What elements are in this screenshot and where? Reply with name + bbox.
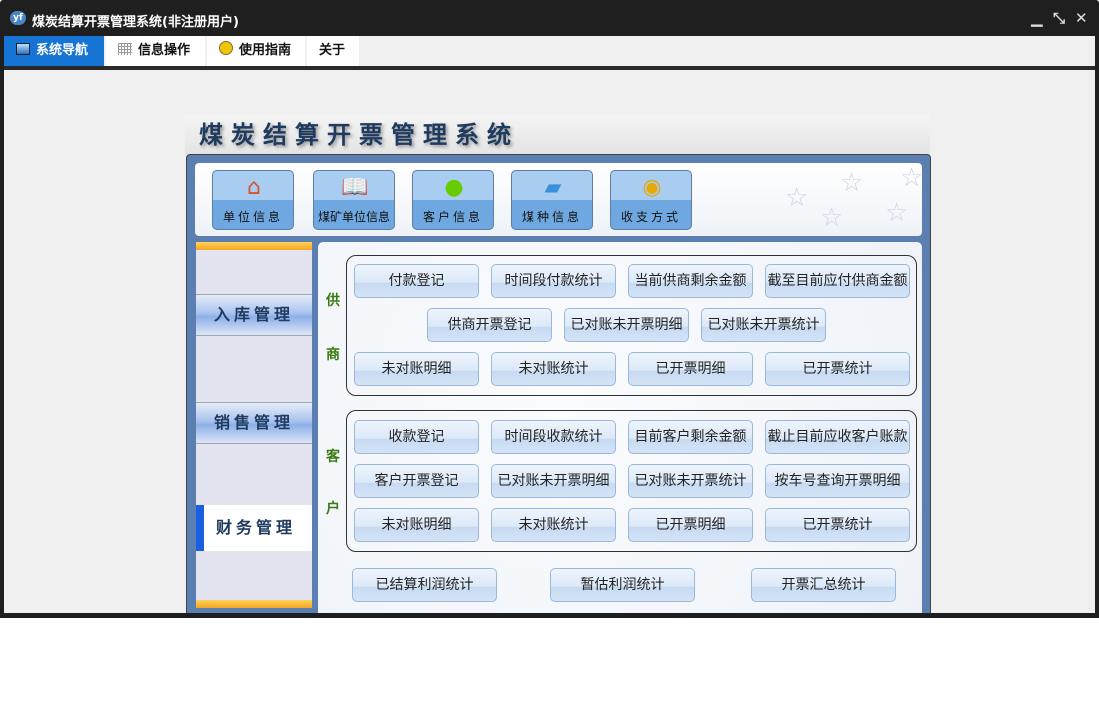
tab-user-guide[interactable]: 使用指南: [207, 36, 305, 66]
toolbar-mine-unit-button[interactable]: 📖 煤矿单位信息: [313, 170, 395, 230]
tab-about[interactable]: 关于: [307, 36, 359, 66]
sidebar-item-inbound[interactable]: 入库管理: [196, 294, 312, 336]
book-icon: 📖: [341, 175, 369, 200]
invoice-summary-stats-button[interactable]: 开票汇总统计: [751, 568, 896, 602]
unreconciled-detail-button[interactable]: 未对账明细: [354, 508, 479, 542]
unreconciled-stats-button[interactable]: 未对账统计: [491, 352, 616, 386]
unreconciled-stats-button[interactable]: 未对账统计: [491, 508, 616, 542]
supplier-payable-button[interactable]: 截至目前应付供商金额: [765, 264, 910, 298]
toolbar-label: 单位信息: [222, 210, 283, 224]
reconciled-uninvoiced-detail-button[interactable]: 已对账未开票明细: [564, 308, 689, 342]
monitor-icon: [16, 43, 30, 55]
unreconciled-detail-button[interactable]: 未对账明细: [354, 352, 479, 386]
tab-info-ops[interactable]: 信息操作: [106, 36, 205, 66]
reconciled-uninvoiced-stats-button[interactable]: 已对账未开票统计: [701, 308, 826, 342]
app-logo-icon: yf: [10, 11, 26, 25]
minimize-icon[interactable]: ▁: [1031, 9, 1043, 27]
customer-invoice-register-button[interactable]: 客户开票登记: [354, 464, 479, 498]
house-icon: ⌂: [247, 175, 261, 200]
customer-receivable-button[interactable]: 截止目前应收客户账款: [765, 420, 910, 454]
invoiced-detail-button[interactable]: 已开票明细: [628, 508, 753, 542]
sidebar-item-finance[interactable]: 财务管理: [196, 505, 312, 551]
receipt-register-button[interactable]: 收款登记: [354, 420, 479, 454]
close-icon[interactable]: ✕: [1075, 9, 1088, 27]
nav-bottom-bar: [196, 600, 312, 608]
folder-icon: ▰: [544, 175, 562, 200]
toolbar-payment-method-button[interactable]: ◉ 收支方式: [610, 170, 692, 230]
invoiced-stats-button[interactable]: 已开票统计: [765, 352, 910, 386]
title-bar: yf 煤炭结算开票管理系统(非注册用户) ▁ ⤡ ✕: [0, 0, 1099, 36]
supplier-label: 商: [326, 347, 340, 363]
customer-label: 客: [326, 449, 340, 465]
invoiced-stats-button[interactable]: 已开票统计: [765, 508, 910, 542]
window-title: 煤炭结算开票管理系统(非注册用户): [32, 15, 239, 30]
period-payment-stats-button[interactable]: 时间段付款统计: [491, 264, 616, 298]
tab-label: 使用指南: [239, 43, 292, 58]
customer-balance-button[interactable]: 目前客户剩余金额: [628, 420, 753, 454]
tab-label: 关于: [319, 43, 346, 58]
customer-label: 户: [326, 501, 340, 517]
invoiced-detail-button[interactable]: 已开票明细: [628, 352, 753, 386]
coins-icon: ◉: [642, 175, 662, 200]
supplier-label: 供: [326, 293, 340, 309]
grid-icon: [118, 43, 132, 55]
supplier-balance-button[interactable]: 当前供商剩余金额: [628, 264, 753, 298]
tab-label: 系统导航: [36, 43, 89, 58]
reconciled-uninvoiced-detail-button[interactable]: 已对账未开票明细: [491, 464, 616, 498]
toolbar-customer-info-button[interactable]: ● 客户信息: [412, 170, 494, 230]
supplier-invoice-register-button[interactable]: 供商开票登记: [427, 308, 552, 342]
user-icon: ●: [444, 175, 464, 200]
toolbar-label: 煤矿单位信息: [317, 210, 390, 224]
estimated-profit-stats-button[interactable]: 暂估利润统计: [550, 568, 695, 602]
page-title: 煤炭结算开票管理系统: [185, 115, 930, 155]
window-frame-bottom: [0, 613, 1099, 618]
tab-system-nav[interactable]: 系统导航: [4, 36, 104, 66]
sidebar-item-sales[interactable]: 销售管理: [196, 402, 312, 444]
toolbar-unit-info-button[interactable]: ⌂ 单位信息: [212, 170, 294, 230]
help-icon: [219, 41, 233, 55]
period-receipt-stats-button[interactable]: 时间段收款统计: [491, 420, 616, 454]
nav-top-bar: [196, 242, 312, 250]
toolbar-label: 煤种信息: [521, 210, 582, 224]
menu-bar: 系统导航 信息操作 使用指南 关于: [4, 36, 1095, 66]
reconciled-uninvoiced-stats-button[interactable]: 已对账未开票统计: [628, 464, 753, 498]
toolbar-label: 客户信息: [422, 210, 483, 224]
settled-profit-stats-button[interactable]: 已结算利润统计: [352, 568, 497, 602]
tab-label: 信息操作: [138, 43, 191, 58]
toolbar-label: 收支方式: [620, 210, 681, 224]
sidebar-nav: 入库管理 销售管理 财务管理: [196, 242, 312, 608]
toolbar-coal-type-button[interactable]: ▰ 煤种信息: [511, 170, 593, 230]
plate-invoice-query-button[interactable]: 按车号查询开票明细: [765, 464, 910, 498]
restore-icon[interactable]: ⤡: [1053, 9, 1065, 27]
payment-register-button[interactable]: 付款登记: [354, 264, 479, 298]
